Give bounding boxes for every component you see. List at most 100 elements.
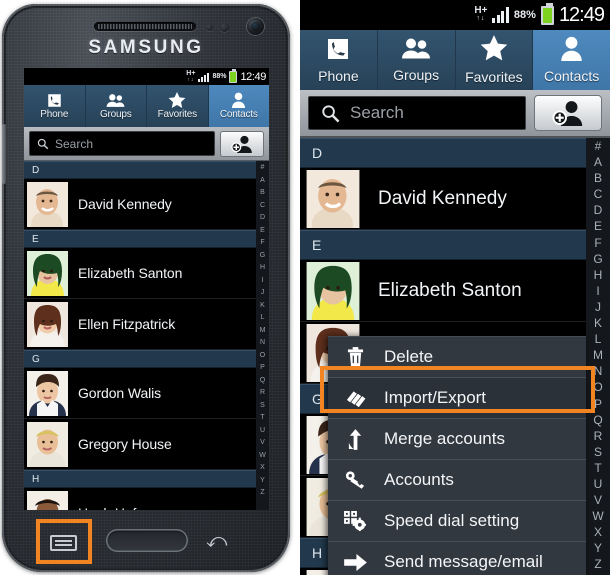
tab-contacts[interactable]: Contacts (533, 30, 610, 90)
index-letter[interactable]: R (594, 428, 603, 444)
index-letter[interactable]: M (260, 325, 266, 338)
contact-row[interactable]: Hugh Hefner (24, 488, 256, 510)
contact-row[interactable]: Gregory House (24, 419, 256, 470)
index-letter[interactable]: J (261, 287, 265, 300)
tab-favorites[interactable]: Favorites (147, 85, 209, 127)
avatar (27, 301, 68, 347)
index-letter[interactable]: T (260, 412, 264, 425)
index-letter[interactable]: B (260, 187, 265, 200)
index-letter[interactable]: L (261, 312, 265, 325)
index-letter[interactable]: U (260, 425, 265, 438)
index-letter[interactable]: U (594, 476, 603, 492)
index-letter[interactable]: Y (594, 540, 602, 556)
tab-label: Favorites (157, 109, 198, 120)
search-input[interactable]: Search (29, 131, 215, 156)
index-letter[interactable]: G (593, 251, 602, 267)
contact-name: David Kennedy (78, 196, 172, 212)
index-letter[interactable]: S (260, 400, 265, 413)
index-letter[interactable]: N (594, 363, 603, 379)
index-letter[interactable]: P (260, 362, 265, 375)
index-letter[interactable]: N (260, 337, 265, 350)
menu-item-label: Send message/email (384, 552, 543, 571)
tab-phone[interactable]: Phone (24, 85, 86, 127)
index-letter[interactable]: V (260, 437, 265, 450)
back-button[interactable]: ⤺ (206, 531, 232, 551)
index-letter[interactable]: G (260, 250, 265, 263)
contact-row[interactable]: Elizabeth Santon (300, 260, 586, 322)
index-letter[interactable]: L (595, 331, 602, 347)
contact-row[interactable]: Ellen Fitzpatrick (24, 299, 256, 350)
tab-phone[interactable]: Phone (300, 30, 378, 90)
index-letter[interactable]: # (595, 138, 602, 154)
index-letter[interactable]: A (594, 154, 602, 170)
search-input[interactable]: Search (308, 96, 526, 130)
index-letter[interactable]: P (594, 396, 602, 412)
index-letter[interactable]: V (594, 492, 602, 508)
tab-contacts[interactable]: Contacts (208, 85, 269, 127)
contact-name: David Kennedy (378, 187, 507, 209)
index-letter[interactable]: I (596, 283, 599, 299)
index-letter[interactable]: S (594, 444, 602, 460)
contact-row[interactable]: Elizabeth Santon (24, 248, 256, 299)
index-letter[interactable]: H (594, 267, 603, 283)
index-letter[interactable]: K (260, 300, 265, 313)
index-letter[interactable]: W (592, 508, 603, 524)
index-letter[interactable]: E (594, 218, 602, 234)
tab-groups[interactable]: Groups (85, 85, 147, 127)
contact-list[interactable]: D David Kennedy E Elizabeth Santon Ellen… (24, 161, 269, 510)
index-letter[interactable]: # (261, 162, 265, 175)
index-letter[interactable]: E (260, 225, 265, 238)
signal-strength-icon (492, 7, 509, 23)
contact-row[interactable]: David Kennedy (300, 168, 586, 230)
add-contact-button[interactable] (534, 95, 602, 131)
index-letter[interactable]: F (594, 235, 601, 251)
home-button[interactable] (106, 529, 188, 552)
index-letter[interactable]: Y (260, 475, 265, 488)
index-letter[interactable]: J (595, 299, 601, 315)
star-icon (480, 35, 508, 67)
add-contact-icon (552, 101, 583, 126)
index-letter[interactable]: D (260, 212, 265, 225)
index-letter[interactable]: B (594, 170, 602, 186)
index-letter[interactable]: R (260, 387, 265, 400)
index-letter[interactable]: D (594, 202, 603, 218)
index-letter[interactable]: X (260, 462, 265, 475)
add-contact-button[interactable] (220, 130, 264, 157)
index-letter[interactable]: W (259, 450, 266, 463)
index-letter[interactable]: I (262, 275, 264, 288)
index-letter[interactable]: C (260, 200, 265, 213)
index-letter[interactable]: M (593, 347, 603, 363)
menu-item-delete[interactable]: Delete (328, 337, 586, 378)
alphabet-index[interactable]: # A B C D E F G H I J K L M N O P Q R S (586, 138, 610, 575)
index-letter[interactable]: C (594, 186, 603, 202)
index-letter[interactable]: O (593, 379, 602, 395)
tab-favorites[interactable]: Favorites (455, 30, 534, 90)
tab-groups[interactable]: Groups (377, 30, 456, 90)
clock-label: 12:49 (240, 70, 266, 83)
contact-list-zoomed[interactable]: D David Kennedy E Elizabeth Santon Ellen… (300, 138, 610, 575)
menu-item-accounts[interactable]: Accounts (328, 460, 586, 501)
groups-icon (106, 92, 125, 108)
index-letter[interactable]: F (260, 237, 264, 250)
contact-row[interactable]: David Kennedy (24, 179, 256, 230)
index-letter[interactable]: H (260, 262, 265, 275)
index-letter[interactable]: Q (593, 412, 602, 428)
contact-row[interactable]: Gordon Walis (24, 368, 256, 419)
tab-label: Phone (40, 109, 69, 120)
alphabet-index[interactable]: # A B C D E F G H I J K L M N O P Q R S … (256, 161, 269, 510)
menu-item-import-export[interactable]: Import/Export (328, 378, 586, 419)
search-placeholder: Search (350, 103, 404, 122)
search-row-zoomed: Search (300, 90, 610, 138)
index-letter[interactable]: T (594, 460, 601, 476)
index-letter[interactable]: Q (260, 375, 265, 388)
index-letter[interactable]: O (260, 350, 265, 363)
merge-arrow-icon (342, 428, 368, 450)
index-letter[interactable]: X (594, 524, 602, 540)
index-letter[interactable]: Z (260, 487, 264, 500)
menu-item-merge-accounts[interactable]: Merge accounts (328, 419, 586, 460)
menu-item-send-message-email[interactable]: Send message/email (328, 542, 586, 575)
menu-item-speed-dial-setting[interactable]: Speed dial setting (328, 501, 586, 542)
index-letter[interactable]: A (260, 175, 265, 188)
index-letter[interactable]: K (594, 315, 602, 331)
index-letter[interactable]: Z (594, 556, 601, 572)
